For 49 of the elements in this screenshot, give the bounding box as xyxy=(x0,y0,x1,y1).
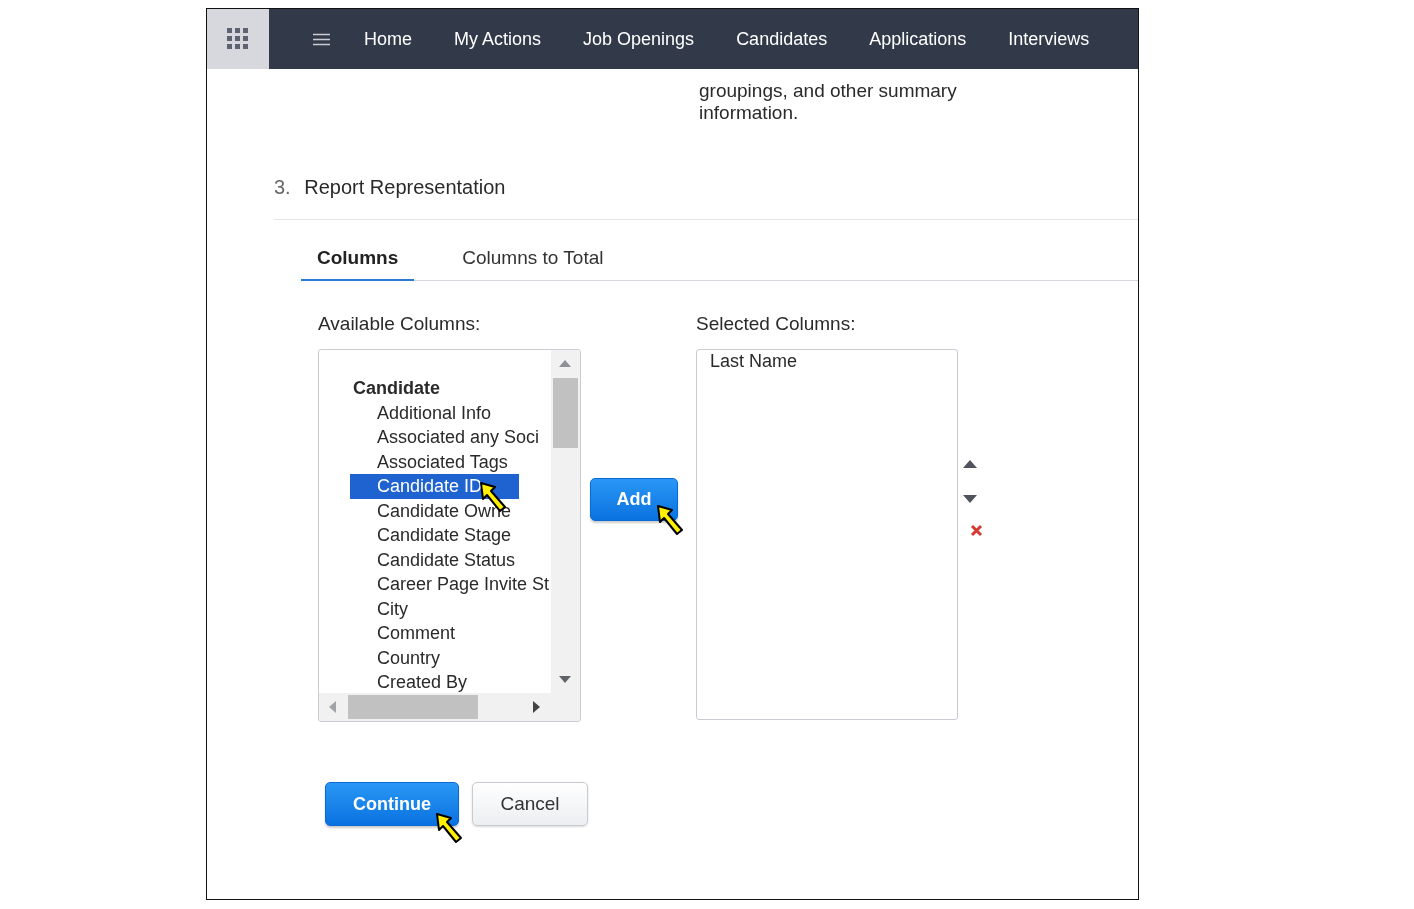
scroll-left-icon[interactable] xyxy=(329,701,336,713)
move-down-icon[interactable] xyxy=(963,495,977,503)
nav-link[interactable]: Applications xyxy=(869,28,967,50)
scroll-up-icon[interactable] xyxy=(559,360,571,367)
list-option[interactable]: Created By xyxy=(319,670,551,694)
nav-link[interactable]: Interviews xyxy=(1008,28,1090,50)
cancel-button[interactable]: Cancel xyxy=(472,782,588,826)
list-option[interactable]: Candidate Status xyxy=(319,547,551,572)
group-heading: Candidate xyxy=(352,377,441,400)
list-option[interactable]: Country xyxy=(319,645,551,670)
add-button[interactable]: Add xyxy=(590,478,678,521)
list-option[interactable]: Comment xyxy=(319,621,551,646)
continue-button[interactable]: Continue xyxy=(325,782,459,826)
nav-link[interactable]: Home xyxy=(364,28,412,50)
apps-grid-icon xyxy=(227,28,249,50)
scrollbar-thumb[interactable] xyxy=(553,378,578,448)
list-option[interactable]: Career Page Invite St xyxy=(319,572,551,597)
list-option[interactable]: Candidate Stage xyxy=(319,523,551,548)
list-label: Available Columns: xyxy=(318,313,482,335)
tab[interactable]: Columns xyxy=(301,244,415,281)
list-option[interactable]: Last Name xyxy=(697,351,957,371)
list-option[interactable]: City xyxy=(319,596,551,621)
list-option[interactable]: Associated any Soci xyxy=(319,425,551,450)
scrollbar-thumb[interactable] xyxy=(348,695,478,719)
horizontal-scrollbar[interactable] xyxy=(319,693,580,721)
pointer-arrow-icon xyxy=(656,504,684,536)
tab[interactable]: Columns to Total xyxy=(446,244,620,281)
section-title: Report Representation xyxy=(304,176,506,198)
pointer-arrow-icon xyxy=(435,812,463,844)
menu-icon[interactable] xyxy=(313,32,330,46)
nav-link[interactable]: My Actions xyxy=(454,28,542,50)
list-option[interactable]: Candidate ID xyxy=(350,474,519,499)
selected-columns-list[interactable]: Last Name xyxy=(696,349,958,720)
available-columns-list[interactable]: Candidate Additional Info Associated any Soci Associated Tags Candidate ID Candidate Owne Candidate Stage Candidate Status Career Page Invite St City Comment Country Created By xyxy=(318,349,581,722)
list-option[interactable]: Associated Tags xyxy=(319,449,551,474)
list-option[interactable]: Candidate Owne xyxy=(319,498,551,523)
remove-icon[interactable] xyxy=(970,524,983,537)
scroll-right-icon[interactable] xyxy=(533,701,540,713)
description-text: information. xyxy=(699,102,800,124)
section-number: 3. xyxy=(274,176,291,198)
list-label: Selected Columns: xyxy=(696,313,857,335)
nav-link[interactable]: Candidates xyxy=(736,28,828,50)
move-up-icon[interactable] xyxy=(963,460,977,468)
nav-link[interactable]: Job Openings xyxy=(583,28,695,50)
description-text: groupings, and other summary xyxy=(699,80,958,102)
scroll-down-icon[interactable] xyxy=(559,676,571,683)
list-option[interactable]: Additional Info xyxy=(319,400,551,425)
vertical-scrollbar[interactable] xyxy=(551,350,580,693)
apps-button[interactable] xyxy=(207,9,269,69)
